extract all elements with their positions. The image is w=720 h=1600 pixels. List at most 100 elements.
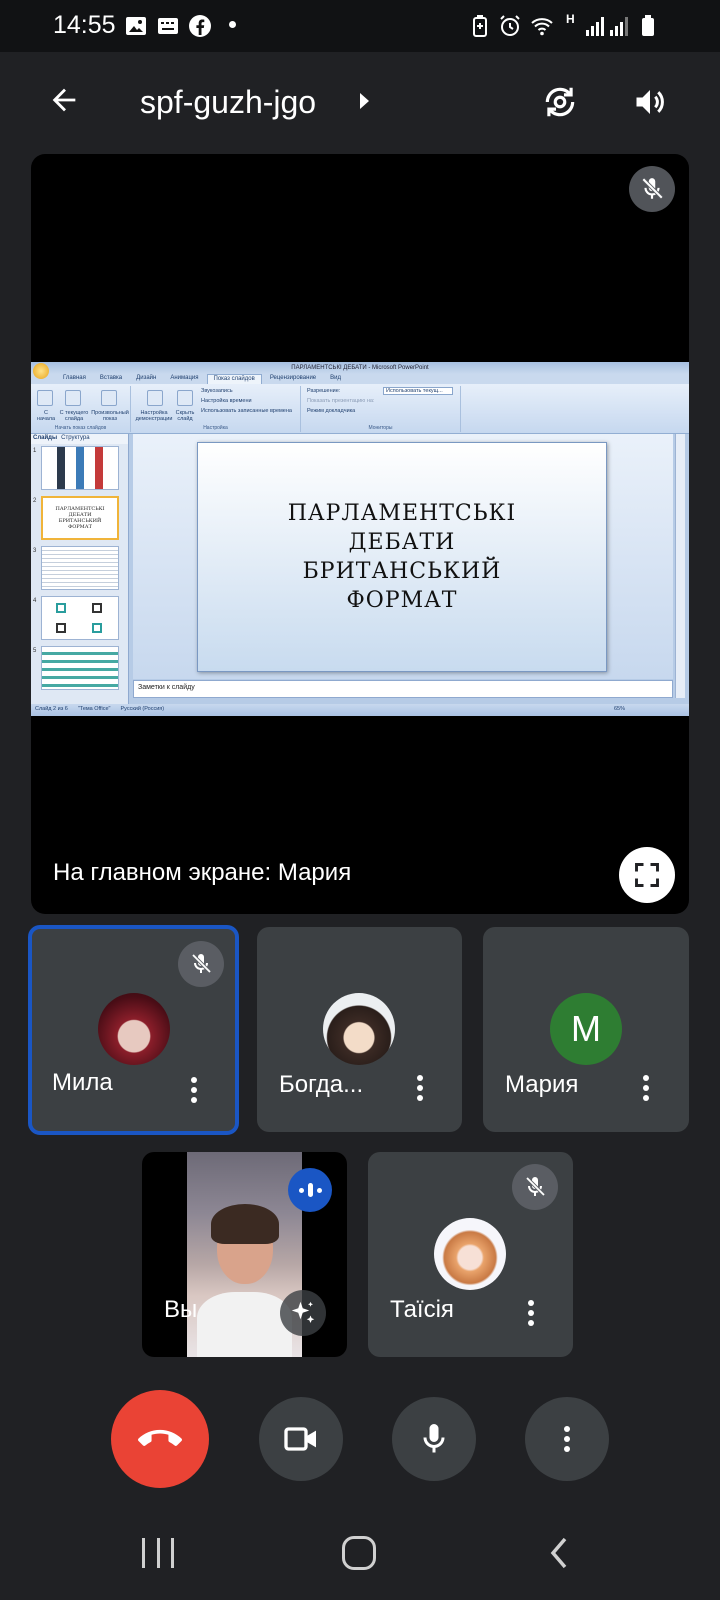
- language: Русский (Россия): [120, 706, 165, 712]
- sparkle-icon: [291, 1301, 315, 1323]
- recent-apps-button[interactable]: [142, 1538, 174, 1568]
- ribbon-group-label: Мониторы: [368, 425, 393, 431]
- chevron-right-icon[interactable]: [358, 92, 370, 110]
- zoom-level: 65%: [613, 706, 625, 712]
- participant-name: Вы: [164, 1296, 198, 1323]
- slides-panel-tabs: Слайды Структура: [31, 434, 128, 444]
- mic-off-icon: [641, 177, 664, 200]
- tile-mute-badge: [178, 941, 224, 987]
- participant-tile-mila[interactable]: Мила: [28, 925, 239, 1135]
- from-current-icon: [65, 390, 81, 406]
- facebook-icon: [189, 15, 211, 37]
- alarm-icon: [500, 15, 520, 36]
- switch-camera-button[interactable]: [534, 76, 586, 128]
- mic-icon: [423, 1424, 445, 1453]
- battery-saver-icon: [473, 15, 487, 37]
- ppt-scrollbar: [675, 434, 685, 698]
- camera-toggle-button[interactable]: [259, 1397, 343, 1481]
- participant-name: Таїсія: [390, 1296, 454, 1323]
- ribbon-group-setup: Настройка демонстрации Скрыть слайд Звук…: [131, 386, 301, 432]
- participant-menu-button[interactable]: [521, 1296, 541, 1330]
- end-call-button[interactable]: [111, 1390, 209, 1488]
- shared-screen: ПАРЛАМЕНТСЬКІ ДЕБАТИ - Microsoft PowerPo…: [31, 362, 689, 716]
- participant-tile-maria[interactable]: M Мария: [483, 927, 689, 1132]
- from-start-icon: [37, 390, 53, 406]
- ppt-tab: Главная: [63, 375, 86, 381]
- fullscreen-icon: [635, 863, 659, 887]
- ribbon-group-label: Настройка: [203, 425, 228, 431]
- status-bar: 14:55 H: [0, 0, 720, 52]
- mic-off-icon: [525, 1176, 546, 1197]
- slide-edit-area: ПАРЛАМЕНТСЬКІ ДЕБАТИ БРИТАНСЬКИЙ ФОРМАТ: [133, 434, 673, 679]
- main-stage[interactable]: ПАРЛАМЕНТСЬКІ ДЕБАТИ - Microsoft PowerPo…: [31, 154, 689, 914]
- more-options-button[interactable]: [525, 1397, 609, 1481]
- home-button[interactable]: [342, 1536, 376, 1570]
- battery-icon: [642, 15, 654, 36]
- thumb-title: ПАРЛАМЕНТСЬКІ ДЕБАТИ БРИТАНСЬКИЙ ФОРМАТ: [55, 506, 105, 530]
- participant-tile-self[interactable]: Вы: [142, 1152, 347, 1357]
- participant-tile-bogdan[interactable]: Богда...: [257, 927, 462, 1132]
- avatar-initial: M: [571, 1008, 601, 1049]
- ribbon-text: Использовать записанные времена: [201, 408, 292, 414]
- ribbon-dropdown: Использовать текущ...: [383, 387, 453, 395]
- meeting-code-label: spf-guzh-jgo: [140, 84, 317, 120]
- signal-icon-2: [610, 17, 628, 36]
- ppt-ribbon-tabs: Главная Вставка Дизайн Анимация Показ сл…: [31, 374, 689, 384]
- ribbon-text: Произвольный показ: [91, 410, 129, 422]
- slide-notes: Заметки к слайду: [133, 680, 673, 698]
- participant-tile-taisiia[interactable]: Таїсія: [368, 1152, 573, 1357]
- ppt-tab: Вставка: [99, 375, 123, 381]
- participant-name: Мария: [505, 1071, 579, 1098]
- ppt-tab: Анимация: [170, 375, 199, 381]
- arrow-back-icon: [52, 88, 76, 112]
- fullscreen-button[interactable]: [619, 847, 675, 903]
- speaker-icon: [636, 90, 664, 114]
- custom-show-icon: [101, 390, 117, 406]
- participant-menu-button[interactable]: [184, 1073, 204, 1107]
- wifi-icon: [531, 18, 553, 36]
- slide-thumbnail-5: [41, 646, 119, 690]
- ribbon-text: Звукозапись: [201, 388, 233, 394]
- system-nav-bar: [0, 1520, 720, 1600]
- thumb-number: 1: [33, 448, 37, 454]
- thumb-number: 5: [33, 648, 37, 654]
- ppt-tab: Дизайн: [136, 375, 157, 381]
- ppt-tab: Рецензирование: [269, 375, 317, 381]
- stage-caption: На главном экране: Мария: [53, 859, 352, 886]
- participant-name: Богда...: [279, 1071, 364, 1098]
- ppt-tab-active: Показ слайдов: [206, 374, 262, 384]
- participant-menu-button[interactable]: [636, 1071, 656, 1105]
- back-nav-button[interactable]: [548, 1536, 570, 1570]
- thumb-number: 3: [33, 548, 37, 554]
- ribbon-text: С текущего слайда: [59, 410, 89, 422]
- thumb-number: 4: [33, 598, 37, 604]
- ribbon-group-monitors: Разрешение: Использовать текущ... Показа…: [301, 386, 461, 432]
- slide-thumbnail-1: [41, 446, 119, 490]
- mic-off-icon: [191, 953, 212, 974]
- ppt-body: Слайды Структура 1 2 ПАРЛАМЕНТСЬКІ ДЕБАТ…: [31, 434, 689, 704]
- more-vert-icon: [557, 1422, 577, 1456]
- microphone-toggle-button[interactable]: [392, 1397, 476, 1481]
- notification-dot: [229, 21, 236, 28]
- ribbon-text: Режим докладчика: [307, 408, 356, 414]
- participant-menu-button[interactable]: [410, 1071, 430, 1105]
- stage-mute-badge: [629, 166, 675, 212]
- setup-icon: [147, 390, 163, 406]
- videocam-icon: [284, 1427, 316, 1451]
- back-button[interactable]: [38, 74, 90, 126]
- audio-output-button[interactable]: [624, 76, 676, 128]
- hide-slide-icon: [177, 390, 193, 406]
- slide-counter: Слайд 2 из 6: [35, 706, 68, 712]
- ppt-tab: Вид: [330, 375, 342, 381]
- ppt-ribbon: С начала С текущего слайда Произвольный …: [31, 384, 689, 434]
- ribbon-text: Показать презентацию на:: [307, 398, 375, 404]
- theme-name: "Тема Office": [77, 706, 111, 712]
- slide-title: ПАРЛАМЕНТСЬКІ ДЕБАТИ БРИТАНСЬКИЙ ФОРМАТ: [287, 501, 517, 613]
- meeting-code[interactable]: spf-guzh-jgo: [140, 84, 316, 121]
- avatar: M: [550, 993, 622, 1065]
- outline-tab: Структура: [61, 435, 90, 441]
- ribbon-text: Настройка демонстрации: [135, 410, 173, 422]
- ppt-title-bar: ПАРЛАМЕНТСЬКІ ДЕБАТИ - Microsoft PowerPo…: [31, 362, 689, 374]
- effects-button[interactable]: [280, 1290, 326, 1336]
- office-button-icon: [33, 363, 49, 379]
